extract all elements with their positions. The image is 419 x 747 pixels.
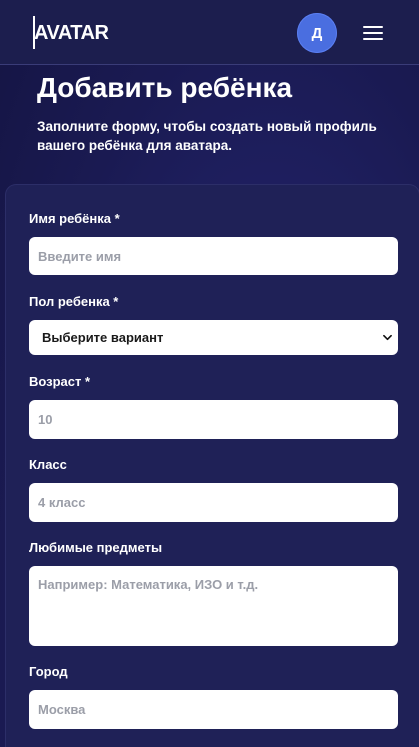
- top-header: AVATAR Д: [0, 0, 419, 65]
- name-label: Имя ребёнка *: [29, 211, 120, 226]
- child-name-input[interactable]: [29, 237, 398, 275]
- age-input[interactable]: [29, 400, 398, 439]
- gender-select-value: Выберите вариант: [42, 330, 164, 345]
- city-label: Город: [29, 664, 68, 679]
- page-subtitle: Заполните форму, чтобы создать новый про…: [37, 119, 377, 153]
- user-avatar[interactable]: Д: [297, 13, 337, 53]
- favorite-subjects-textarea[interactable]: [29, 566, 398, 646]
- subjects-label: Любимые предметы: [29, 540, 163, 555]
- gender-select[interactable]: Выберите вариант: [29, 320, 398, 355]
- hamburger-icon[interactable]: [363, 24, 383, 41]
- grade-label: Класс: [29, 457, 67, 472]
- page-title: Добавить ребёнка: [37, 72, 293, 103]
- age-label: Возраст *: [29, 374, 91, 389]
- gender-label: Пол ребенка *: [29, 294, 119, 309]
- logo[interactable]: AVATAR: [34, 22, 109, 44]
- city-input[interactable]: [29, 690, 398, 729]
- chevron-down-icon: [383, 334, 392, 341]
- grade-input[interactable]: [29, 483, 398, 522]
